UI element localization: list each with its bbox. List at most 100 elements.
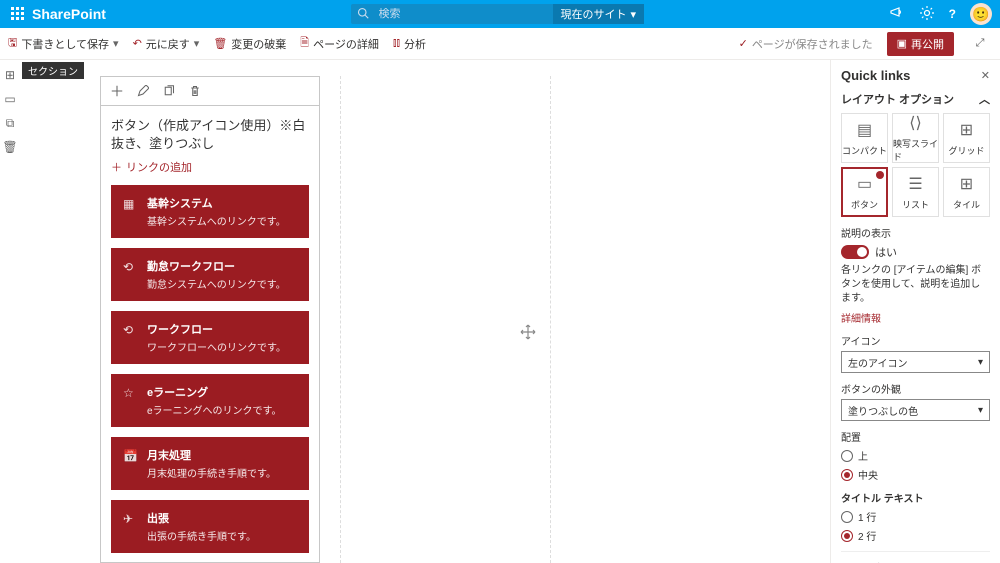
save-draft-button[interactable]: 🖫下書きとして保存▾	[8, 34, 119, 53]
quick-link-button[interactable]: ⟲ ワークフロー ワークフローへのリンクです。	[111, 311, 309, 364]
command-bar: 🖫下書きとして保存▾ ↶元に戻す▾ 🗑変更の破棄 🗎ページの詳細 ⫾⫾分析 ✓ペ…	[0, 28, 1000, 60]
help-icon[interactable]: ?	[949, 7, 956, 21]
appearance-select[interactable]: 塗りつぶしの色▾	[841, 399, 990, 421]
add-section-icon[interactable]: ⊞	[3, 68, 17, 82]
undo-icon: ↶	[133, 37, 142, 50]
undo-button[interactable]: ↶元に戻す▾	[133, 36, 200, 52]
align-top-radio[interactable]: 上	[841, 448, 990, 463]
title-text-label: タイトル テキスト	[841, 490, 990, 505]
link-item-icon: ⟲	[123, 323, 137, 337]
close-panel-icon[interactable]: ✕	[981, 69, 990, 82]
link-item-icon: ✈	[123, 512, 137, 526]
page-details-button[interactable]: 🗎ページの詳細	[300, 34, 379, 53]
app-launcher-icon[interactable]	[8, 7, 28, 21]
quick-link-button[interactable]: ⟲ 勤怠ワークフロー 勤怠システムへのリンクです。	[111, 248, 309, 301]
duplicate-webpart-icon[interactable]	[161, 83, 177, 99]
link-item-icon: ☆	[123, 386, 137, 400]
search-input[interactable]	[373, 8, 553, 20]
tile-icon: ⊞	[960, 174, 973, 194]
copy-section-icon[interactable]: ⧉	[3, 116, 17, 130]
webpart-title[interactable]: ボタン（作成アイコン使用）※白抜き、塗りつぶし	[111, 117, 309, 153]
layout-section-label: レイアウト オプション	[841, 91, 954, 107]
grid-icon: ⊞	[960, 120, 973, 140]
page-icon: 🗎	[300, 34, 309, 53]
section-layout-icon[interactable]: ▭	[3, 92, 17, 106]
quick-link-button[interactable]: ☆ eラーニング eラーニングへのリンクです。	[111, 374, 309, 427]
column-divider	[550, 76, 551, 563]
filmstrip-icon: ⟨⟩	[909, 113, 921, 133]
chevron-down-icon: ▾	[978, 357, 983, 368]
list-icon: ☰	[908, 174, 922, 194]
link-title: 出張	[147, 510, 256, 526]
search-icon	[351, 7, 373, 22]
collapse-button[interactable]: ⤢	[968, 32, 992, 56]
link-item-icon: 📅	[123, 449, 137, 463]
republish-button[interactable]: ▣再公開	[887, 32, 954, 56]
alignment-label: 配置	[841, 429, 990, 444]
chevron-down-icon: ▾	[113, 37, 119, 50]
link-description: 基幹システムへのリンクです。	[147, 213, 286, 228]
panel-title: Quick links	[841, 68, 910, 83]
settings-icon[interactable]	[919, 5, 935, 24]
delete-section-icon[interactable]: 🗑	[3, 140, 17, 154]
link-item-icon: ▦	[123, 197, 137, 211]
move-webpart-icon[interactable]	[109, 83, 125, 99]
lines-1-radio[interactable]: 1 行	[841, 509, 990, 524]
column-divider	[340, 76, 341, 563]
move-handle-icon[interactable]	[518, 322, 538, 342]
chevron-down-icon: ▾	[194, 37, 200, 50]
discard-icon: 🗑	[213, 37, 227, 50]
brand-label: SharePoint	[32, 6, 106, 22]
link-title: eラーニング	[147, 384, 282, 400]
quicklinks-webpart: ボタン（作成アイコン使用）※白抜き、塗りつぶし ＋リンクの追加 ▦ 基幹システム…	[100, 76, 320, 563]
edit-webpart-icon[interactable]	[135, 83, 151, 99]
compact-icon: ▤	[857, 120, 872, 140]
save-icon: 🖫	[8, 34, 17, 53]
show-description-toggle[interactable]: はい	[841, 244, 990, 260]
layout-compact[interactable]: ▤コンパクト	[841, 113, 888, 163]
button-icon: ▭	[857, 174, 872, 194]
delete-webpart-icon[interactable]	[187, 83, 203, 99]
discard-changes-button[interactable]: 🗑変更の破棄	[213, 36, 286, 52]
section-badge: セクション	[22, 62, 84, 79]
quick-link-button[interactable]: 📅 月末処理 月末処理の手続き手順です。	[111, 437, 309, 490]
link-description: 月末処理の手続き手順です。	[147, 465, 276, 480]
link-description: ワークフローへのリンクです。	[147, 339, 286, 354]
link-description: 勤怠システムへのリンクです。	[147, 276, 286, 291]
chevron-down-icon: ▾	[978, 405, 983, 416]
search-scope-dropdown[interactable]: 現在のサイト ▾	[553, 4, 645, 24]
quick-link-button[interactable]: ✈ 出張 出張の手続き手順です。	[111, 500, 309, 553]
show-description-label: 説明の表示	[841, 225, 990, 240]
analytics-button[interactable]: ⫾⫾分析	[393, 36, 426, 52]
link-title: 基幹システム	[147, 195, 286, 211]
suite-header: SharePoint 現在のサイト ▾ ? 🙂	[0, 0, 1000, 28]
link-description: 出張の手続き手順です。	[147, 528, 256, 543]
user-avatar[interactable]: 🙂	[970, 3, 992, 25]
detail-link[interactable]: 詳細情報	[841, 310, 990, 325]
megaphone-icon[interactable]	[889, 5, 905, 24]
appearance-label: ボタンの外観	[841, 381, 990, 396]
left-toolbox-rail: ⊞ ▭ ⧉ 🗑	[0, 60, 20, 563]
layout-filmstrip[interactable]: ⟨⟩映写スライド	[892, 113, 939, 163]
add-link-button[interactable]: ＋リンクの追加	[111, 159, 309, 175]
icon-select[interactable]: 左のアイコン▾	[841, 351, 990, 373]
link-title: ワークフロー	[147, 321, 286, 337]
layout-list[interactable]: ☰リスト	[892, 167, 939, 217]
description-help-text: 各リンクの [アイテムの編集] ボタンを使用して、説明を追加します。	[841, 264, 990, 306]
search-box[interactable]: 現在のサイト ▾	[351, 4, 645, 24]
lines-2-radio[interactable]: 2 行	[841, 528, 990, 543]
layout-button[interactable]: ▭ボタン	[841, 167, 888, 217]
link-description: eラーニングへのリンクです。	[147, 402, 282, 417]
publish-icon: ▣	[897, 37, 907, 50]
layout-grid[interactable]: ⊞グリッド	[943, 113, 990, 163]
align-center-radio[interactable]: 中央	[841, 467, 990, 482]
layout-tile[interactable]: ⊞タイル	[943, 167, 990, 217]
quick-link-button[interactable]: ▦ 基幹システム 基幹システムへのリンクです。	[111, 185, 309, 238]
chevron-down-icon: ▾	[631, 8, 637, 21]
search-scope-label: 現在のサイト	[561, 6, 627, 22]
icon-label: アイコン	[841, 333, 990, 348]
webpart-toolbar	[100, 76, 320, 106]
chevron-up-icon[interactable]: ︿	[979, 91, 990, 107]
plus-icon: ＋	[111, 159, 122, 175]
link-item-icon: ⟲	[123, 260, 137, 274]
